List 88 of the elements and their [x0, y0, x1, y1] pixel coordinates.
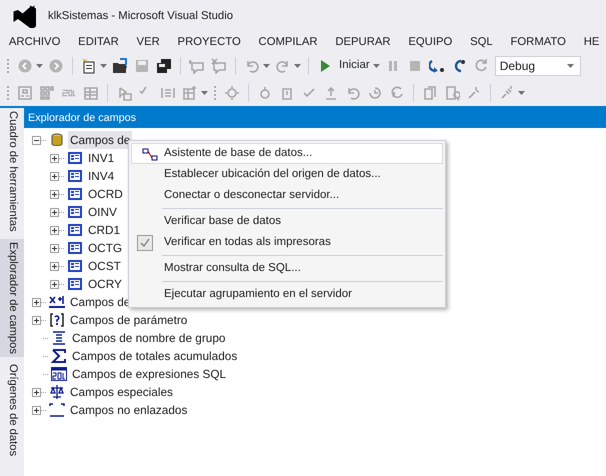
tree-item[interactable]: Campos de expresiones SQL: [70, 365, 228, 383]
tree-item[interactable]: Campos especiales: [68, 383, 175, 401]
caret-icon[interactable]: [294, 64, 301, 68]
expander-icon[interactable]: [50, 190, 59, 198]
menu-item[interactable]: SQL: [461, 32, 502, 52]
tree-item[interactable]: OCRD: [86, 185, 125, 203]
menu-item[interactable]: Conectar o desconectar servidor...: [131, 185, 443, 206]
menu-item[interactable]: VER: [128, 32, 169, 52]
expander-icon[interactable]: [32, 136, 41, 144]
menu-item[interactable]: Verificar base de datos: [131, 211, 443, 232]
menu-item[interactable]: Asistente de base de datos...: [131, 143, 443, 164]
formula-icon: [49, 294, 65, 310]
panel-title: Explorador de campos: [24, 108, 606, 128]
caret-icon[interactable]: [263, 64, 270, 68]
expander-icon[interactable]: [50, 226, 59, 234]
bracket-icon: [49, 402, 65, 418]
configuration-dropdown[interactable]: Debug: [494, 56, 581, 76]
forward-icon[interactable]: [48, 58, 64, 74]
menu-item[interactable]: Establecer ubicación del origen de datos...: [131, 164, 443, 185]
expander-icon[interactable]: [32, 406, 41, 414]
parameter-icon: [49, 312, 65, 328]
expander-icon[interactable]: [32, 298, 41, 306]
table-icon: [67, 222, 83, 238]
expander-icon[interactable]: [50, 262, 59, 270]
link-nodes-icon: [142, 147, 158, 163]
expander-icon[interactable]: [50, 208, 59, 216]
tree-item[interactable]: Campos de parámetro: [68, 311, 190, 329]
menu-item[interactable]: Mostrar consulta de SQL...: [131, 258, 443, 279]
expander-icon[interactable]: [50, 244, 59, 252]
menu-item[interactable]: Verificar en todas als impresoras: [131, 232, 443, 253]
menu-item[interactable]: ARCHIVO: [0, 32, 70, 52]
expander-icon[interactable]: [32, 316, 41, 324]
table-icon: [67, 258, 83, 274]
group-name-icon: [51, 330, 67, 346]
tree-item[interactable]: Campos de totales acumulados: [70, 347, 240, 365]
menu-item[interactable]: PROYECTO: [168, 32, 250, 52]
caret-icon[interactable]: [372, 64, 380, 68]
history-icon[interactable]: [367, 84, 383, 100]
expander-icon[interactable]: [50, 172, 59, 180]
tree-item[interactable]: OCRY: [86, 275, 124, 293]
tree-item[interactable]: INV4: [86, 167, 116, 185]
restart-icon[interactable]: [472, 58, 489, 74]
caret-icon[interactable]: [36, 64, 43, 68]
menu-item[interactable]: DEPURAR: [326, 32, 400, 52]
tree-item[interactable]: OCTG: [86, 239, 124, 257]
find-icon[interactable]: [444, 84, 460, 100]
expander-icon[interactable]: [32, 388, 41, 396]
caret-icon[interactable]: [201, 90, 208, 94]
new-project-icon[interactable]: [81, 58, 97, 74]
refresh-icon[interactable]: [389, 84, 405, 100]
add-table-icon[interactable]: [182, 84, 198, 100]
tree-item[interactable]: CRD1: [86, 221, 122, 239]
sigma-icon: [51, 348, 67, 364]
diagram-icon[interactable]: [17, 84, 33, 100]
comment-icon[interactable]: [189, 58, 205, 74]
menu-item[interactable]: FORMATO: [502, 32, 575, 52]
open-folder-icon[interactable]: [112, 58, 128, 74]
logo-icon: [12, 4, 36, 28]
table-icon: [67, 276, 83, 292]
caret-icon: [566, 64, 574, 68]
tree-item[interactable]: OCST: [86, 257, 123, 275]
save-all-icon[interactable]: [156, 58, 172, 74]
window-title: klkSistemas - Microsoft Visual Studio: [48, 8, 233, 24]
back-icon[interactable]: [17, 58, 33, 74]
caret-icon[interactable]: [100, 64, 107, 68]
menu-item[interactable]: HE: [574, 32, 606, 52]
table-icon: [67, 186, 83, 202]
start-button[interactable]: Iniciar: [314, 56, 373, 74]
table-icon: [67, 168, 83, 184]
tree-item[interactable]: INV1: [86, 149, 116, 167]
menu-item[interactable]: EDITAR: [69, 32, 128, 52]
table-icon[interactable]: [83, 84, 99, 100]
menu-item[interactable]: Ejecutar agrupamiento en el servidor: [131, 284, 443, 305]
upload-icon[interactable]: [323, 84, 339, 100]
table-icon: [67, 150, 83, 166]
caret-icon[interactable]: [518, 90, 525, 94]
tree-item[interactable]: Campos no enlazados: [68, 401, 190, 419]
grid-icon[interactable]: [39, 84, 55, 100]
table-icon: [67, 204, 83, 220]
menu-item[interactable]: COMPILAR: [250, 32, 326, 52]
save-icon[interactable]: [134, 58, 150, 74]
table-icon: [67, 240, 83, 256]
tree-item[interactable]: OINV: [86, 203, 119, 221]
uncomment-icon[interactable]: [211, 58, 227, 74]
expander-icon[interactable]: [50, 280, 59, 288]
tree-item[interactable]: Campos de nombre de grupo: [70, 329, 228, 347]
expander-icon[interactable]: [50, 154, 59, 162]
menu-item[interactable]: EQUIPO: [399, 32, 462, 52]
